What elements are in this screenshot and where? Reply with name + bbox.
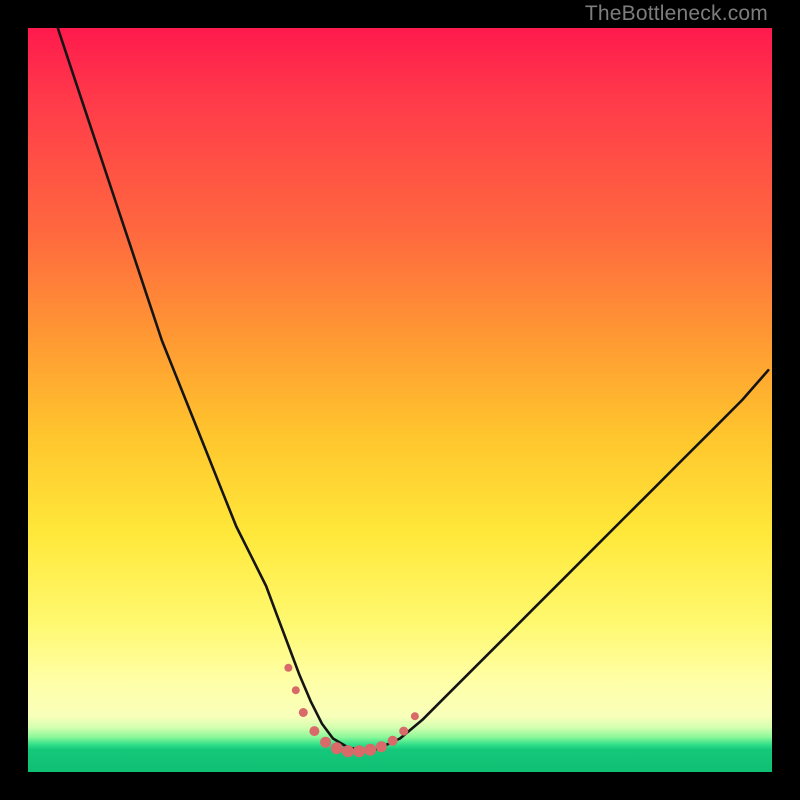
bottom-marker [299,708,308,717]
bottom-marker [388,736,398,746]
bottom-marker [292,686,300,694]
watermark-text: TheBottleneck.com [585,2,768,26]
bottleneck-curve [58,28,769,750]
bottom-marker [399,727,408,736]
bottom-marker [284,664,292,672]
bottom-marker [353,745,365,757]
bottom-marker [320,737,331,748]
bottom-marker [331,742,343,754]
curve-layer [28,28,772,772]
bottom-marker [364,744,376,756]
plot-area [28,28,772,772]
bottom-marker [342,745,354,757]
bottom-marker [411,712,419,720]
bottom-marker-group [284,664,419,757]
bottom-marker [376,741,387,752]
outer-frame: TheBottleneck.com [0,0,800,800]
bottom-marker [309,726,319,736]
